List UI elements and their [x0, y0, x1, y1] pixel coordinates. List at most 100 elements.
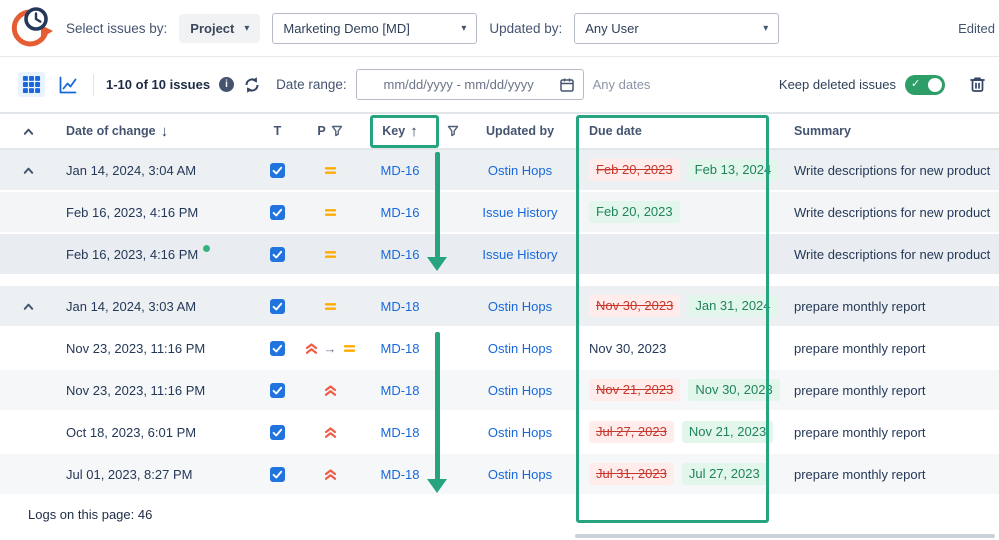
- log-row: Nov 23, 2023, 11:16 PM→MD-18Ostin HopsNo…: [0, 328, 999, 370]
- due-date-value: Nov 30, 2023: [589, 341, 666, 356]
- date-range-input[interactable]: [356, 69, 584, 100]
- updated-by-link[interactable]: Ostin Hops: [488, 163, 552, 178]
- keep-deleted-toggle[interactable]: ✓: [905, 75, 945, 95]
- issue-type-task-icon: [270, 299, 285, 314]
- log-row: Feb 16, 2023, 4:16 PM MD-16 Issue History F…: [0, 192, 999, 234]
- summary-cell: prepare monthly report: [770, 454, 999, 494]
- column-priority[interactable]: P: [317, 124, 325, 138]
- issue-type-task-icon: [270, 467, 285, 482]
- calendar-icon[interactable]: [559, 77, 575, 93]
- info-icon[interactable]: i: [219, 77, 234, 92]
- priority-cell: [300, 150, 360, 190]
- collapse-all-icon[interactable]: [22, 125, 35, 138]
- updated-by-link[interactable]: Ostin Hops: [488, 299, 552, 314]
- column-updated-by[interactable]: Updated by: [486, 124, 554, 138]
- due-date-old-value: Nov 21, 2023: [589, 379, 680, 401]
- issue-key-link[interactable]: MD-18: [380, 425, 419, 440]
- collapse-group-icon[interactable]: [22, 300, 35, 313]
- collapse-group-icon[interactable]: [22, 164, 35, 177]
- horizontal-scrollbar[interactable]: [575, 534, 995, 538]
- summary-cell: Write descriptions for new product: [770, 234, 999, 274]
- sort-desc-icon[interactable]: ↓: [161, 123, 169, 140]
- issue-key-link[interactable]: MD-18: [380, 467, 419, 482]
- priority-high-icon: [324, 468, 337, 481]
- filter-icon[interactable]: [447, 125, 459, 137]
- updated-by-link[interactable]: Ostin Hops: [488, 341, 552, 356]
- updated-by-link[interactable]: Issue History: [482, 205, 557, 220]
- user-dropdown[interactable]: Any User ▾: [574, 13, 779, 44]
- column-key[interactable]: Key: [382, 124, 405, 138]
- summary-cell: prepare monthly report: [770, 286, 999, 326]
- project-dropdown-value: Marketing Demo [MD]: [283, 21, 409, 36]
- issue-type-task-icon: [270, 205, 285, 220]
- toolbar: 1-10 of 10 issues i Date range: Any date…: [0, 57, 999, 112]
- priority-high-icon: [324, 384, 337, 397]
- priority-medium-icon: [343, 342, 356, 355]
- updated-by-label: Updated by:: [489, 21, 562, 36]
- project-dropdown[interactable]: Marketing Demo [MD] ▾: [272, 13, 477, 44]
- due-date-old-value: Jul 31, 2023: [589, 463, 674, 485]
- issue-log-group: Jan 14, 2024, 3:04 AMMD-16Ostin HopsFeb …: [0, 150, 999, 276]
- edited-label: Edited: [958, 21, 995, 36]
- chevron-down-icon: ▾: [461, 23, 466, 34]
- due-date-new-value: Feb 20, 2023: [589, 201, 680, 223]
- log-row: Jan 14, 2024, 3:03 AMMD-18Ostin HopsNov …: [0, 286, 999, 328]
- check-icon: ✓: [911, 77, 920, 90]
- priority-cell: [300, 192, 360, 232]
- priority-high-icon: [324, 426, 337, 439]
- updated-by-link[interactable]: Ostin Hops: [488, 383, 552, 398]
- date-of-change-cell: Feb 16, 2023, 4:16 PM: [56, 192, 255, 232]
- issue-key-link[interactable]: MD-18: [380, 299, 419, 314]
- sort-asc-icon[interactable]: ↑: [410, 123, 418, 140]
- select-by-mode-dropdown[interactable]: Project ▾: [179, 14, 260, 43]
- date-range-field[interactable]: [365, 77, 553, 92]
- date-range-label: Date range:: [276, 77, 347, 92]
- log-row: Feb 16, 2023, 4:16 PM MD-16 Issue History W…: [0, 234, 999, 276]
- updated-by-link[interactable]: Ostin Hops: [488, 425, 552, 440]
- log-row: Jul 01, 2023, 8:27 PM MD-18 Ostin Hops Jul …: [0, 454, 999, 496]
- issue-key-link[interactable]: MD-16: [380, 247, 419, 262]
- due-date-cell: Nov 30, 2023Jan 31, 2024: [575, 286, 770, 326]
- issue-type-task-icon: [270, 163, 285, 178]
- due-date-new-value: Feb 13, 2024: [688, 159, 779, 181]
- refresh-icon[interactable]: [243, 76, 261, 94]
- due-date-old-value: Nov 30, 2023: [589, 295, 680, 317]
- chart-view-icon[interactable]: [54, 72, 81, 97]
- date-of-change-cell: Oct 18, 2023, 6:01 PM: [56, 412, 255, 452]
- column-date-of-change[interactable]: Date of change: [66, 124, 156, 138]
- filter-icon[interactable]: [331, 125, 343, 137]
- priority-cell: [300, 454, 360, 494]
- priority-medium-icon: [324, 206, 337, 219]
- column-type[interactable]: T: [274, 124, 282, 138]
- due-date-cell: Nov 21, 2023Nov 30, 2023: [575, 370, 770, 410]
- date-of-change-cell: Jul 01, 2023, 8:27 PM: [56, 454, 255, 494]
- priority-medium-icon: [324, 164, 337, 177]
- keep-deleted-label: Keep deleted issues: [779, 77, 896, 92]
- trash-icon[interactable]: [968, 75, 987, 94]
- column-summary[interactable]: Summary: [794, 124, 851, 138]
- updated-by-link[interactable]: Ostin Hops: [488, 467, 552, 482]
- log-row: Jan 14, 2024, 3:04 AMMD-16Ostin HopsFeb …: [0, 150, 999, 192]
- due-date-new-value: Nov 21, 2023: [682, 421, 773, 443]
- summary-cell: prepare monthly report: [770, 328, 999, 368]
- updated-by-link[interactable]: Issue History: [482, 247, 557, 262]
- issue-key-link[interactable]: MD-16: [380, 205, 419, 220]
- summary-cell: prepare monthly report: [770, 412, 999, 452]
- app-logo-icon: [8, 5, 54, 51]
- due-date-cell: Nov 30, 2023: [575, 328, 770, 368]
- due-date-new-value: Nov 30, 2023: [688, 379, 779, 401]
- issue-key-link[interactable]: MD-16: [380, 163, 419, 178]
- table-view-icon[interactable]: [18, 72, 45, 97]
- date-of-change-cell: Feb 16, 2023, 4:16 PM: [56, 234, 255, 274]
- due-date-cell: [575, 234, 770, 274]
- issues-count: 1-10 of 10 issues: [106, 77, 210, 92]
- issue-log-group: Jan 14, 2024, 3:03 AMMD-18Ostin HopsNov …: [0, 286, 999, 496]
- column-due-date[interactable]: Due date: [589, 124, 642, 138]
- summary-cell: Write descriptions for new product: [770, 192, 999, 232]
- priority-high-icon: [305, 342, 318, 355]
- issue-key-link[interactable]: MD-18: [380, 383, 419, 398]
- due-date-old-value: Jul 27, 2023: [589, 421, 674, 443]
- issue-key-link[interactable]: MD-18: [380, 341, 419, 356]
- due-date-cell: Jul 31, 2023Jul 27, 2023: [575, 454, 770, 494]
- user-dropdown-value: Any User: [585, 21, 638, 36]
